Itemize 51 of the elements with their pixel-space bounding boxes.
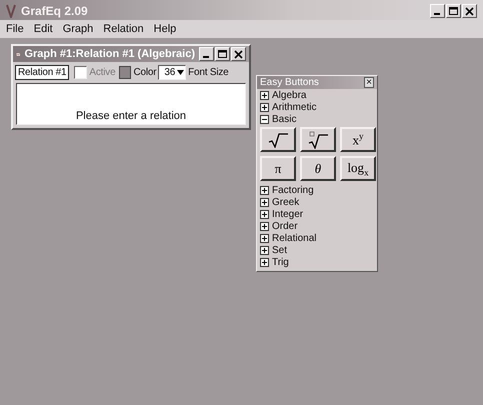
expand-icon[interactable] <box>260 234 269 242</box>
collapse-icon[interactable] <box>260 114 269 124</box>
maximize-icon[interactable] <box>218 50 227 58</box>
close-icon[interactable] <box>465 6 474 16</box>
category-label[interactable]: Algebra <box>272 90 306 100</box>
category-label[interactable]: Greek <box>272 196 300 208</box>
close-icon[interactable] <box>234 50 243 58</box>
window-title: GrafEq 2.09 <box>21 4 89 18</box>
expand-icon[interactable] <box>260 102 269 112</box>
math-button[interactable]: log$_{x}$ <box>340 156 376 181</box>
relation-editor[interactable]: Please enter a relation <box>16 83 246 125</box>
category-label[interactable]: Basic <box>272 114 296 124</box>
expand-icon[interactable] <box>260 186 269 194</box>
category-label[interactable]: Integer <box>272 208 304 220</box>
expand-icon[interactable] <box>260 258 269 266</box>
maximize-icon[interactable] <box>449 6 458 16</box>
expand-icon[interactable] <box>260 246 269 254</box>
menu-item[interactable]: Help <box>154 23 176 35</box>
square-root-icon <box>267 132 289 148</box>
menu-item[interactable]: Edit <box>34 23 53 35</box>
math-button[interactable]: θ <box>300 156 336 181</box>
expand-icon[interactable] <box>260 222 269 230</box>
category-label[interactable]: Relational <box>272 232 316 244</box>
expand-icon[interactable] <box>260 210 269 218</box>
math-button[interactable]: x$^{y}$ <box>340 127 376 152</box>
color-label: Color <box>133 67 156 78</box>
category-label[interactable]: Arithmetic <box>272 102 316 112</box>
category-label[interactable]: Trig <box>272 256 289 268</box>
expand-icon[interactable] <box>260 90 269 100</box>
app-icon <box>6 4 16 18</box>
font-size-label: Font Size <box>188 67 229 78</box>
menu-item[interactable]: File <box>6 23 24 35</box>
menu-item[interactable]: Relation <box>103 23 144 35</box>
expand-icon[interactable] <box>260 198 269 206</box>
nth-root-button[interactable] <box>300 127 336 152</box>
category-label[interactable]: Set <box>272 244 288 256</box>
window-title: Graph #1:Relation #1 (Algebraic) <box>24 48 195 60</box>
color-swatch[interactable] <box>119 66 132 79</box>
panel-title: Easy Buttons <box>260 77 319 88</box>
menu-item[interactable]: Graph <box>62 23 94 35</box>
relation-name-field[interactable]: Relation #1 <box>15 65 70 80</box>
nth-root-icon <box>307 130 329 148</box>
category-label[interactable]: Factoring <box>272 184 314 196</box>
category-label[interactable]: Order <box>272 220 298 232</box>
active-label: Active <box>89 67 116 78</box>
prompt-text: Please enter a relation <box>76 110 186 122</box>
font-size-dropdown[interactable]: 36 <box>158 65 186 80</box>
close-button[interactable]: × <box>364 77 374 88</box>
math-button[interactable]: π <box>260 156 296 181</box>
dropdown-arrow-icon[interactable] <box>177 70 184 75</box>
square-root-button[interactable] <box>260 127 296 152</box>
